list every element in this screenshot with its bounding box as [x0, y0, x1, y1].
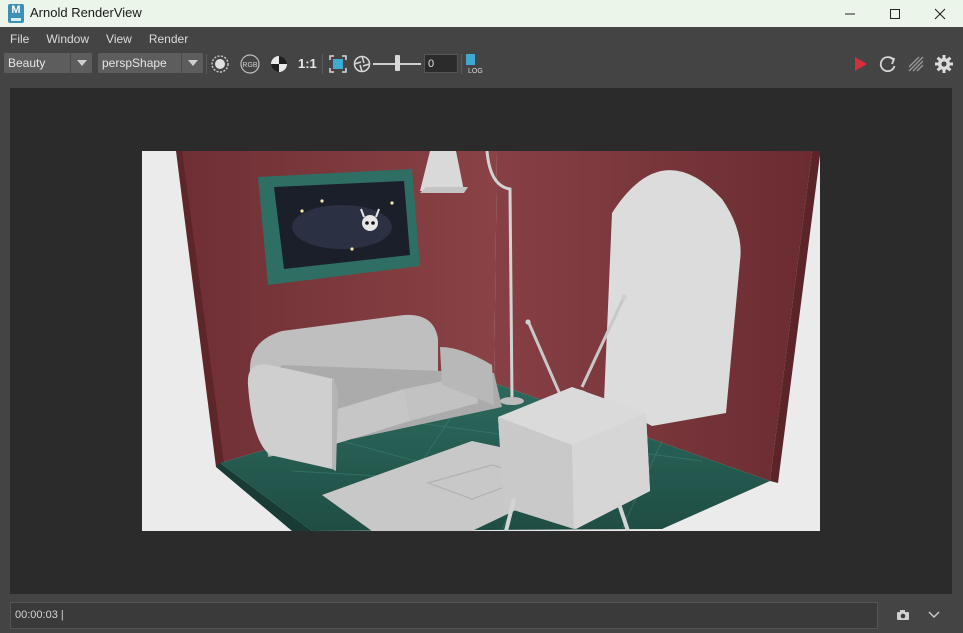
menu-window[interactable]: Window — [46, 32, 89, 46]
display-correction-button[interactable] — [268, 53, 290, 75]
rendered-image — [142, 151, 820, 531]
toolbar-divider — [461, 54, 462, 74]
exposure-slider-handle[interactable] — [394, 55, 400, 71]
chevron-down-icon — [928, 611, 940, 618]
camera-dropdown[interactable]: perspShape — [98, 53, 203, 73]
aov-dropdown[interactable]: Beauty — [4, 53, 92, 73]
arnold-renderview-window: M Arnold RenderView File Window View Ren… — [0, 0, 963, 633]
status-bar: 00:00:03 | — [10, 602, 878, 629]
menu-file[interactable]: File — [10, 32, 29, 46]
ratio-button[interactable]: 1:1 — [298, 56, 317, 71]
render-viewport[interactable] — [10, 88, 952, 594]
refresh-icon — [879, 56, 896, 73]
frame-all-button[interactable] — [327, 53, 349, 75]
toolbar: Beauty perspShape RGB 1:1 0 LOG — [0, 51, 963, 77]
rgb-channel-button[interactable]: RGB — [239, 53, 261, 75]
settings-button[interactable] — [933, 53, 955, 75]
toolbar-divider — [206, 54, 207, 74]
maximize-button[interactable] — [872, 0, 918, 27]
close-button[interactable] — [917, 0, 963, 27]
minimize-icon — [845, 13, 855, 14]
ipr-toggle-button[interactable] — [905, 53, 927, 75]
chevron-down-icon — [181, 53, 203, 73]
svg-text:RGB: RGB — [242, 62, 258, 69]
region-circle-icon — [211, 55, 229, 73]
aperture-icon — [353, 55, 371, 73]
frame-icon — [329, 55, 347, 73]
svg-text:LOG: LOG — [468, 68, 483, 75]
camera-icon — [897, 610, 909, 620]
rgb-icon: RGB — [240, 54, 260, 74]
region-render-button[interactable] — [209, 53, 231, 75]
gear-icon — [935, 55, 953, 73]
aov-dropdown-value: Beauty — [8, 56, 46, 70]
ipr-icon — [908, 56, 924, 72]
chevron-down-icon — [70, 53, 92, 73]
render-button[interactable] — [849, 53, 871, 75]
exposure-input[interactable]: 0 — [424, 54, 458, 73]
contrast-checker-icon — [271, 56, 287, 72]
minimize-button[interactable] — [827, 0, 873, 27]
maya-app-icon: M — [8, 4, 24, 23]
maximize-icon — [890, 8, 900, 19]
close-icon — [934, 8, 946, 19]
log-file-icon: LOG — [466, 54, 483, 75]
expand-status-button[interactable] — [924, 605, 944, 625]
camera-dropdown-value: perspShape — [102, 56, 167, 70]
snapshot-button[interactable] — [893, 605, 913, 625]
menu-view[interactable]: View — [106, 32, 132, 46]
refresh-render-button[interactable] — [877, 53, 899, 75]
menu-render[interactable]: Render — [149, 32, 188, 46]
toolbar-divider — [322, 54, 323, 74]
window-title: Arnold RenderView — [30, 5, 142, 20]
menu-bar: File Window View Render — [0, 27, 963, 51]
log-button[interactable]: LOG — [464, 53, 488, 75]
play-icon — [855, 57, 867, 71]
title-bar: M Arnold RenderView — [0, 0, 963, 27]
exposure-button[interactable] — [351, 53, 373, 75]
room-render-illustration — [142, 151, 820, 531]
